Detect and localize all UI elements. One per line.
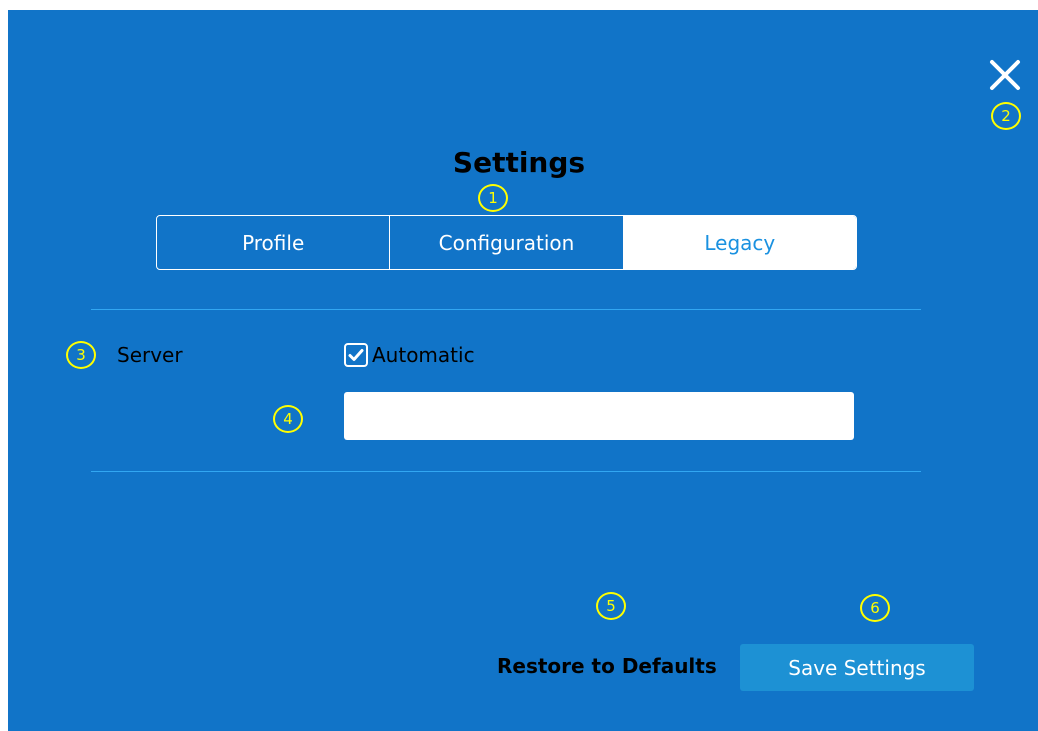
save-settings-button[interactable]: Save Settings <box>740 644 974 691</box>
settings-tabs: Profile Configuration Legacy <box>156 215 857 270</box>
tab-configuration[interactable]: Configuration <box>389 216 622 269</box>
restore-defaults-link[interactable]: Restore to Defaults <box>497 654 717 678</box>
annotation-marker-4: 4 <box>273 405 303 433</box>
bottom-divider <box>91 471 921 472</box>
close-icon <box>990 60 1020 90</box>
server-label: Server <box>117 343 183 367</box>
annotation-marker-3: 3 <box>66 341 96 369</box>
annotation-marker-5: 5 <box>596 592 626 620</box>
server-address-input[interactable] <box>344 392 854 440</box>
dialog-title: Settings <box>452 146 586 179</box>
automatic-checkbox-row[interactable]: Automatic <box>344 343 475 367</box>
annotation-marker-1: 1 <box>478 184 508 212</box>
tab-profile[interactable]: Profile <box>157 216 389 269</box>
tab-legacy[interactable]: Legacy <box>622 216 856 269</box>
top-divider <box>91 309 921 310</box>
automatic-checkbox[interactable] <box>344 343 368 367</box>
settings-dialog <box>8 10 1038 731</box>
close-button[interactable] <box>985 55 1025 95</box>
automatic-label: Automatic <box>372 343 475 367</box>
checkmark-icon <box>348 349 364 361</box>
annotation-marker-2: 2 <box>991 102 1021 130</box>
annotation-marker-6: 6 <box>860 594 890 622</box>
